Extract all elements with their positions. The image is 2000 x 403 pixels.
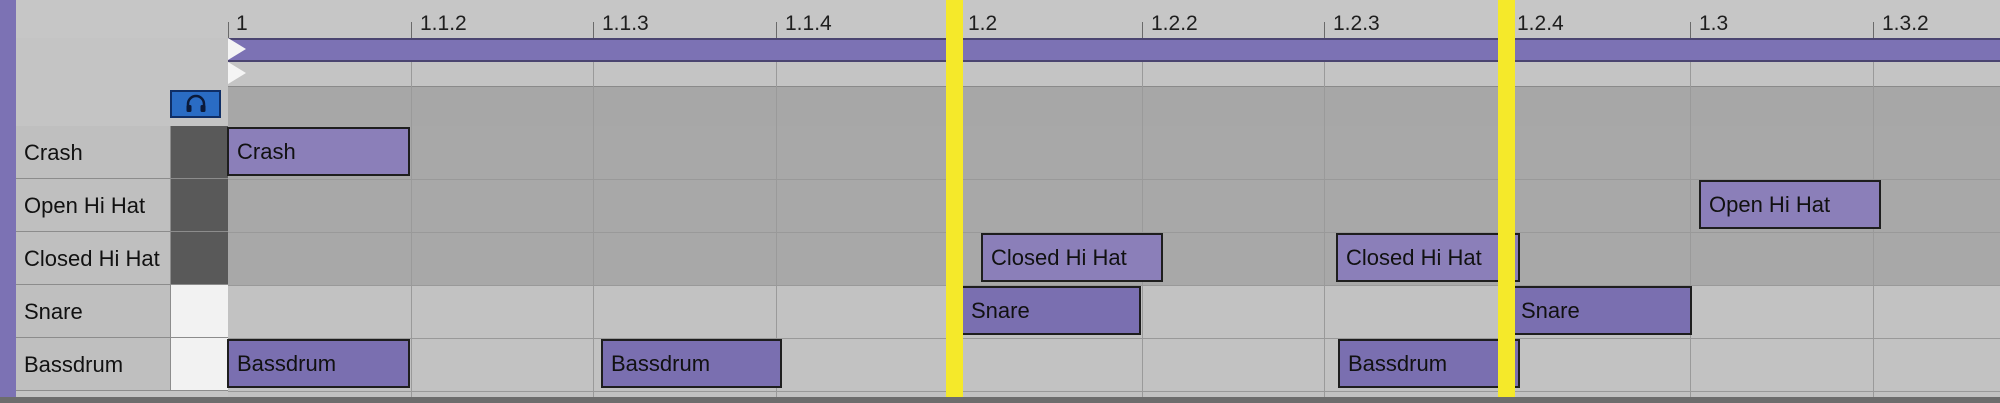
- grid-line: [1324, 62, 1325, 397]
- ruler-label-1-3-2: 1.3.2: [1882, 12, 1929, 35]
- ruler-label-1-2-2: 1.2.2: [1151, 12, 1198, 35]
- ruler-tick: [411, 22, 412, 38]
- solo-headphone-button[interactable]: [170, 90, 221, 118]
- ruler-tick: [228, 22, 229, 38]
- clip-open-hi-hat[interactable]: Open Hi Hat: [1699, 180, 1881, 229]
- clip-snare[interactable]: Snare: [961, 286, 1141, 335]
- ruler-tick: [1873, 22, 1874, 38]
- ruler-label-1-2-3: 1.2.3: [1333, 12, 1380, 35]
- ruler-label-1-2-4: 1.2.4: [1517, 12, 1564, 35]
- track-activator-closed-hi-hat[interactable]: [170, 232, 228, 285]
- marker-flag-icon[interactable]: [228, 62, 246, 84]
- grid-line: [1142, 62, 1143, 397]
- ruler-tick: [776, 22, 777, 38]
- lane-separator: [228, 391, 2000, 392]
- locator-line[interactable]: [1498, 0, 1515, 403]
- ruler-tick: [1142, 22, 1143, 38]
- arrangement-overview[interactable]: [228, 86, 2000, 126]
- track-name-open-hi-hat[interactable]: Open Hi Hat: [16, 179, 170, 232]
- track-name-bassdrum[interactable]: Bassdrum: [16, 338, 170, 391]
- grid-line: [1873, 62, 1874, 397]
- left-color-strip: [0, 0, 16, 403]
- ruler-label-1-3: 1.3: [1699, 12, 1729, 35]
- clip-snare[interactable]: Snare: [1511, 286, 1692, 335]
- track-activator-crash[interactable]: [170, 126, 228, 179]
- ruler-tick: [1324, 22, 1325, 38]
- locator-line[interactable]: [946, 0, 963, 403]
- clip-closed-hi-hat[interactable]: Closed Hi Hat: [981, 233, 1163, 282]
- bottom-border: [0, 397, 2000, 403]
- headphone-icon: [186, 94, 205, 112]
- grid-line: [593, 62, 594, 397]
- track-activator-open-hi-hat[interactable]: [170, 179, 228, 232]
- ruler-label-1-1-4: 1.1.4: [785, 12, 832, 35]
- ruler-tick: [1690, 22, 1691, 38]
- ruler-label-1: 1: [236, 12, 248, 35]
- loop-brace[interactable]: [228, 38, 2000, 62]
- clip-bassdrum[interactable]: Bassdrum: [227, 339, 410, 388]
- clip-crash[interactable]: Crash: [227, 127, 410, 176]
- track-activator-snare[interactable]: [170, 285, 228, 338]
- track-name-crash[interactable]: Crash: [16, 126, 170, 179]
- ruler-label-1-2: 1.2: [968, 12, 998, 35]
- grid-line: [1690, 62, 1691, 397]
- track-name-snare[interactable]: Snare: [16, 285, 170, 338]
- ruler-label-1-1-2: 1.1.2: [420, 12, 467, 35]
- clip-closed-hi-hat[interactable]: Closed Hi Hat: [1336, 233, 1520, 282]
- lane-separator: [228, 338, 2000, 339]
- clip-bassdrum[interactable]: Bassdrum: [1338, 339, 1520, 388]
- track-activator-bassdrum[interactable]: [170, 338, 228, 391]
- marker-flag-icon[interactable]: [228, 38, 246, 60]
- clip-bassdrum[interactable]: Bassdrum: [601, 339, 782, 388]
- ruler-tick: [593, 22, 594, 38]
- ruler-label-1-1-3: 1.1.3: [602, 12, 649, 35]
- grid-line: [411, 62, 412, 397]
- track-name-closed-hi-hat[interactable]: Closed Hi Hat: [16, 232, 170, 285]
